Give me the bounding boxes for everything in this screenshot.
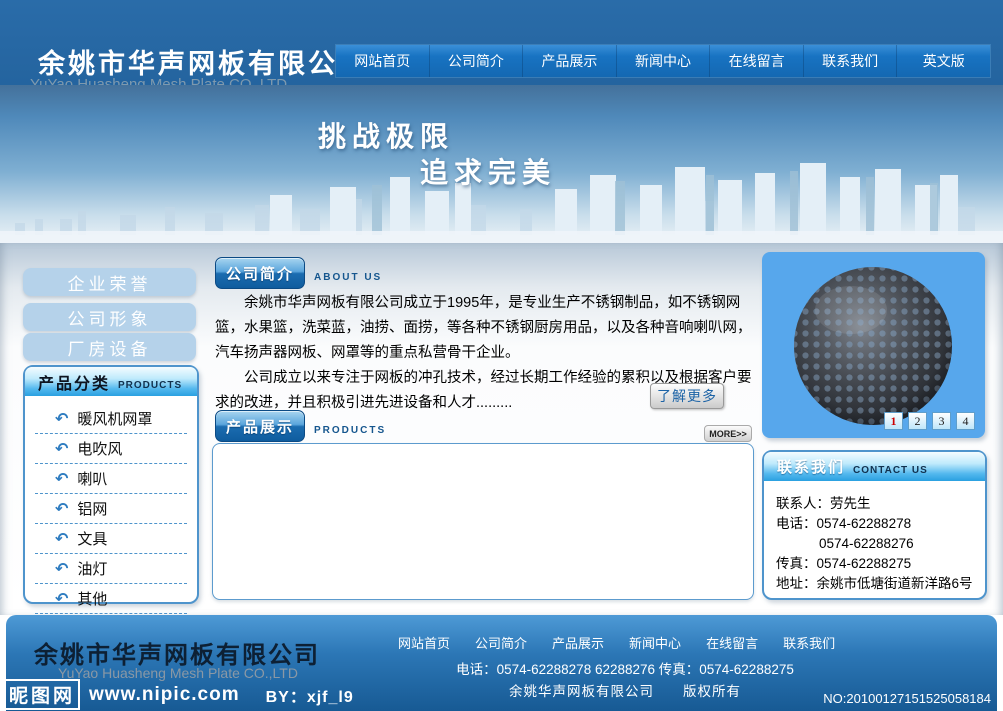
categories-list: ↶ 暖风机网罩 ↶ 电吹风 ↶ 喇叭 ↶ 铝网 ↶ 文具 (25, 396, 197, 614)
footer-nav-guestbook[interactable]: 在线留言 (706, 633, 758, 652)
category-item-oil-lamp[interactable]: ↶ 油灯 (35, 554, 187, 584)
contact-person-row: 联系人：劳先生 (776, 494, 985, 514)
product-categories-panel: 产品分类 PRODUCTS ↶ 暖风机网罩 ↶ 电吹风 ↶ 喇叭 ↶ (23, 365, 199, 604)
category-label: 油灯 (77, 558, 107, 579)
nav-item-english[interactable]: 英文版 (896, 45, 990, 77)
arrow-icon: ↶ (55, 409, 68, 429)
category-label: 暖风机网罩 (77, 408, 152, 429)
category-item-other[interactable]: ↶ 其他 (35, 584, 187, 614)
page-button-3[interactable]: 3 (932, 412, 951, 430)
about-paragraph-1: 余姚市华声网板有限公司成立于1995年，是专业生产不锈钢制品，如不锈钢网篮，水果… (215, 291, 757, 366)
contact-label: 传真： (776, 556, 817, 571)
contact-panel: 联系我们 CONTACT US 联系人：劳先生 电话：0574-62288278… (762, 450, 987, 600)
about-subtitle: ABOUT US (314, 272, 382, 283)
more-button[interactable]: MORE>> (704, 425, 752, 442)
contact-phone-row: 电话：0574-62288278 (776, 514, 985, 534)
products-section-tab[interactable]: 产品展示 (215, 410, 305, 442)
contact-value: 0574-62288278 (817, 516, 912, 531)
page-button-2[interactable]: 2 (908, 412, 927, 430)
category-item-hairdryer[interactable]: ↶ 电吹风 (35, 434, 187, 464)
main-content: 企业荣誉 公司形象 厂房设备 产品分类 PRODUCTS ↶ 暖风机网罩 ↶ 电… (0, 243, 1003, 615)
footer-nav-contact[interactable]: 联系我们 (783, 633, 835, 652)
gallery-pagination: 1 2 3 4 (884, 412, 975, 430)
category-label: 文具 (77, 528, 107, 549)
watermark-url: www.nipic.com (89, 684, 240, 706)
sidebar-link-honors[interactable]: 企业荣誉 (23, 268, 196, 296)
category-label: 电吹风 (77, 438, 122, 459)
footer-nav: 网站首页 公司简介 产品展示 新闻中心 在线留言 联系我们 (398, 633, 835, 652)
contact-header: 联系我们 CONTACT US (764, 452, 985, 481)
contact-phone2-row: 0574-62288276 (776, 534, 985, 554)
contact-value: 0574-62288276 (819, 536, 914, 551)
nav-item-contact[interactable]: 联系我们 (803, 45, 897, 77)
learn-more-button[interactable]: 了解更多 (650, 383, 724, 409)
arrow-icon: ↶ (55, 529, 68, 549)
watermark-row: 昵图网 www.nipic.com BY：xjf_l9 (4, 679, 354, 710)
contact-fax-row: 传真：0574-62288275 (776, 554, 985, 574)
contact-value: 劳先生 (830, 496, 871, 511)
site-header: 余姚市华声网板有限公司 YuYao Huasheng Mesh Plate CO… (0, 0, 1003, 85)
contact-value: 余姚市低塘街道新洋路6号 (817, 576, 973, 591)
about-section-tab[interactable]: 公司简介 (215, 257, 305, 289)
slogan-line-2: 追求完美 (420, 151, 556, 191)
arrow-icon: ↶ (55, 589, 68, 609)
footer-nav-about[interactable]: 公司简介 (475, 633, 527, 652)
footer-nav-products[interactable]: 产品展示 (552, 633, 604, 652)
footer-nav-news[interactable]: 新闻中心 (629, 633, 681, 652)
sidebar-link-facility[interactable]: 厂房设备 (23, 333, 196, 361)
categories-title: 产品分类 (38, 370, 110, 394)
page-button-4[interactable]: 4 (956, 412, 975, 430)
watermark-logo: 昵图网 (4, 679, 80, 710)
category-label: 其他 (77, 588, 107, 609)
contact-label: 地址： (776, 576, 817, 591)
sidebar-link-image[interactable]: 公司形象 (23, 303, 196, 331)
nav-item-home[interactable]: 网站首页 (336, 45, 429, 77)
footer-nav-home[interactable]: 网站首页 (398, 633, 450, 652)
category-label: 喇叭 (77, 468, 107, 489)
categories-subtitle: PRODUCTS (118, 380, 182, 391)
contact-label: 电话： (776, 516, 817, 531)
contact-address-row: 地址：余姚市低塘街道新洋路6号 (776, 574, 985, 594)
nav-item-guestbook[interactable]: 在线留言 (709, 45, 803, 77)
products-display-box (212, 443, 754, 600)
arrow-icon: ↶ (55, 439, 68, 459)
category-item-aluminum-mesh[interactable]: ↶ 铝网 (35, 494, 187, 524)
category-item-heater-mesh[interactable]: ↶ 暖风机网罩 (35, 404, 187, 434)
site-footer: 余姚市华声网板有限公司 YuYao Huasheng Mesh Plate CO… (6, 615, 997, 711)
arrow-icon: ↶ (55, 559, 68, 579)
hero-banner: 挑战极限 追求完美 (0, 85, 1003, 243)
watermark-author: BY：xjf_l9 (266, 683, 354, 707)
contact-label: 联系人： (776, 496, 830, 511)
category-item-stationery[interactable]: ↶ 文具 (35, 524, 187, 554)
nav-item-about[interactable]: 公司简介 (429, 45, 523, 77)
page-button-1[interactable]: 1 (884, 412, 903, 430)
nav-item-products[interactable]: 产品展示 (522, 45, 616, 77)
categories-header: 产品分类 PRODUCTS (25, 367, 197, 396)
contact-value: 0574-62288275 (817, 556, 912, 571)
main-nav: 网站首页 公司简介 产品展示 新闻中心 在线留言 联系我们 英文版 (336, 45, 990, 77)
contact-title: 联系我们 (777, 456, 845, 477)
page-root: 余姚市华声网板有限公司 YuYao Huasheng Mesh Plate CO… (0, 0, 1003, 711)
category-label: 铝网 (77, 498, 107, 519)
product-image-panel: 1 2 3 4 (762, 252, 985, 438)
category-item-speaker[interactable]: ↶ 喇叭 (35, 464, 187, 494)
footer-phone-line: 电话：0574-62288278 62288276 传真：0574-622882… (398, 658, 852, 678)
watermark-serial: NO:20100127151525058184 (823, 691, 991, 706)
slogan-line-1: 挑战极限 (318, 115, 454, 155)
arrow-icon: ↶ (55, 499, 68, 519)
footer-copyright: 余姚华声网板有限公司 版权所有 (398, 680, 852, 700)
products-subtitle: PRODUCTS (314, 425, 386, 436)
nav-item-news[interactable]: 新闻中心 (616, 45, 710, 77)
arrow-icon: ↶ (55, 469, 68, 489)
contact-subtitle: CONTACT US (853, 465, 928, 476)
contact-body: 联系人：劳先生 电话：0574-62288278 0574-62288276 传… (764, 481, 985, 594)
mesh-dome-image (789, 262, 957, 430)
